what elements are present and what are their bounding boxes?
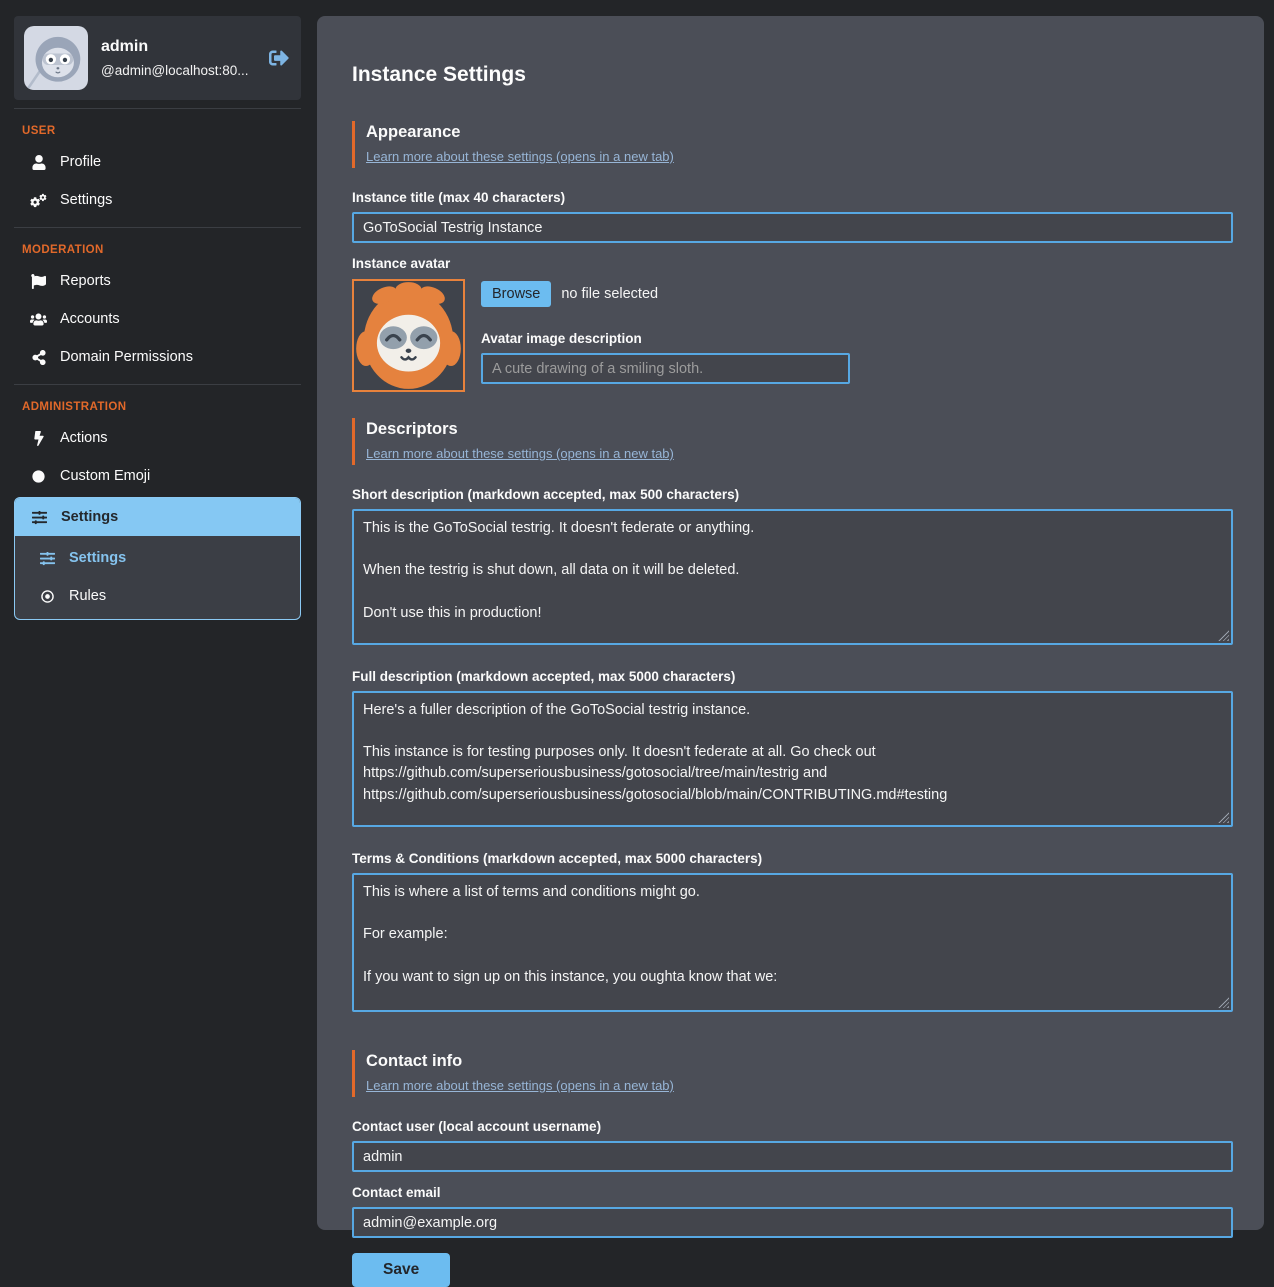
contact-email-input[interactable] — [352, 1207, 1233, 1238]
sidebar-item-label: Custom Emoji — [60, 468, 150, 484]
terms-label: Terms & Conditions (markdown accepted, m… — [352, 851, 1233, 866]
short-description-label: Short description (markdown accepted, ma… — [352, 487, 1233, 502]
settings-nav-group: Settings Settings Rules — [14, 497, 301, 620]
instance-settings-panel: Instance Settings Appearance Learn more … — [317, 16, 1264, 1230]
short-description-textarea[interactable]: This is the GoToSocial testrig. It doesn… — [352, 509, 1233, 645]
browse-button[interactable]: Browse — [481, 281, 551, 307]
contact-section-header: Contact info Learn more about these sett… — [352, 1050, 1233, 1097]
appearance-heading: Appearance — [366, 123, 1233, 142]
user-icon — [30, 154, 47, 170]
dot-circle-icon — [39, 588, 56, 604]
full-description-field: Full description (markdown accepted, max… — [352, 669, 1233, 827]
sidebar-section-user: USER Profile Settings — [14, 108, 301, 227]
sidebar-item-profile[interactable]: Profile — [14, 143, 301, 181]
avatar-controls: Browse no file selected Avatar image des… — [481, 279, 850, 392]
instance-avatar-preview — [352, 279, 465, 392]
full-description-textarea[interactable]: Here's a fuller description of the GoToS… — [352, 691, 1233, 827]
submenu-item-settings[interactable]: Settings — [15, 539, 300, 577]
instance-title-label: Instance title (max 40 characters) — [352, 190, 1233, 205]
terms-field: Terms & Conditions (markdown accepted, m… — [352, 851, 1233, 1012]
short-description-field: Short description (markdown accepted, ma… — [352, 487, 1233, 645]
share-nodes-icon — [30, 349, 47, 365]
user-handle: @admin@localhost:80... — [101, 63, 254, 78]
appearance-section-header: Appearance Learn more about these settin… — [352, 121, 1233, 168]
instance-avatar-field: Instance avatar — [352, 256, 1233, 392]
username: admin — [101, 38, 254, 56]
contact-learn-more-link[interactable]: Learn more about these settings (opens i… — [366, 1078, 674, 1093]
instance-title-input[interactable] — [352, 212, 1233, 243]
sidebar-item-label: Domain Permissions — [60, 349, 193, 365]
sliders-icon — [31, 509, 48, 525]
user-avatar — [24, 26, 88, 90]
contact-user-field: Contact user (local account username) — [352, 1119, 1233, 1172]
sidebar-item-actions[interactable]: Actions — [14, 419, 301, 457]
sidebar: admin @admin@localhost:80... USER Profil… — [14, 16, 301, 628]
sidebar-item-label: Profile — [60, 154, 101, 170]
sidebar-item-label: Reports — [60, 273, 111, 289]
avatar-description-label: Avatar image description — [481, 331, 850, 346]
sidebar-section-moderation: MODERATION Reports Accounts Domain Permi… — [14, 227, 301, 384]
sidebar-item-admin-settings[interactable]: Settings — [15, 498, 300, 536]
contact-email-label: Contact email — [352, 1185, 1233, 1200]
contact-email-field: Contact email — [352, 1185, 1233, 1238]
avatar-description-input[interactable] — [481, 353, 850, 384]
sidebar-item-label: Settings — [60, 192, 112, 208]
sidebar-section-administration: ADMINISTRATION Actions Custom Emoji — [14, 384, 301, 628]
sidebar-item-accounts[interactable]: Accounts — [14, 300, 301, 338]
sign-out-icon[interactable] — [267, 46, 291, 70]
users-icon — [30, 311, 47, 327]
section-title-administration: ADMINISTRATION — [14, 391, 301, 419]
section-title-user: USER — [14, 115, 301, 143]
descriptors-heading: Descriptors — [366, 420, 1233, 439]
smiley-icon — [30, 468, 47, 484]
submenu-item-label: Settings — [69, 550, 126, 566]
gears-icon — [30, 192, 47, 208]
sidebar-item-reports[interactable]: Reports — [14, 262, 301, 300]
contact-user-input[interactable] — [352, 1141, 1233, 1172]
user-names: admin @admin@localhost:80... — [101, 38, 254, 78]
submenu-item-label: Rules — [69, 588, 106, 604]
sidebar-item-label: Actions — [60, 430, 108, 446]
descriptors-section-header: Descriptors Learn more about these setti… — [352, 418, 1233, 465]
sidebar-item-domain-permissions[interactable]: Domain Permissions — [14, 338, 301, 376]
submenu-item-rules[interactable]: Rules — [15, 577, 300, 615]
sidebar-item-user-settings[interactable]: Settings — [14, 181, 301, 219]
logged-in-user-card: admin @admin@localhost:80... — [14, 16, 301, 100]
terms-textarea[interactable]: This is where a list of terms and condit… — [352, 873, 1233, 1012]
section-title-moderation: MODERATION — [14, 234, 301, 262]
instance-avatar-label: Instance avatar — [352, 256, 1233, 271]
contact-heading: Contact info — [366, 1052, 1233, 1071]
sidebar-item-label: Settings — [61, 509, 118, 525]
contact-user-label: Contact user (local account username) — [352, 1119, 1233, 1134]
save-button[interactable]: Save — [352, 1253, 450, 1287]
sidebar-item-custom-emoji[interactable]: Custom Emoji — [14, 457, 301, 495]
flag-icon — [30, 273, 47, 289]
settings-submenu: Settings Rules — [15, 536, 300, 619]
full-description-label: Full description (markdown accepted, max… — [352, 669, 1233, 684]
descriptors-learn-more-link[interactable]: Learn more about these settings (opens i… — [366, 446, 674, 461]
appearance-learn-more-link[interactable]: Learn more about these settings (opens i… — [366, 149, 674, 164]
file-status-text: no file selected — [561, 286, 658, 302]
sidebar-item-label: Accounts — [60, 311, 120, 327]
instance-title-field: Instance title (max 40 characters) — [352, 190, 1233, 243]
bolt-icon — [30, 430, 47, 446]
page-title: Instance Settings — [352, 63, 1233, 87]
sliders-icon — [39, 550, 56, 566]
